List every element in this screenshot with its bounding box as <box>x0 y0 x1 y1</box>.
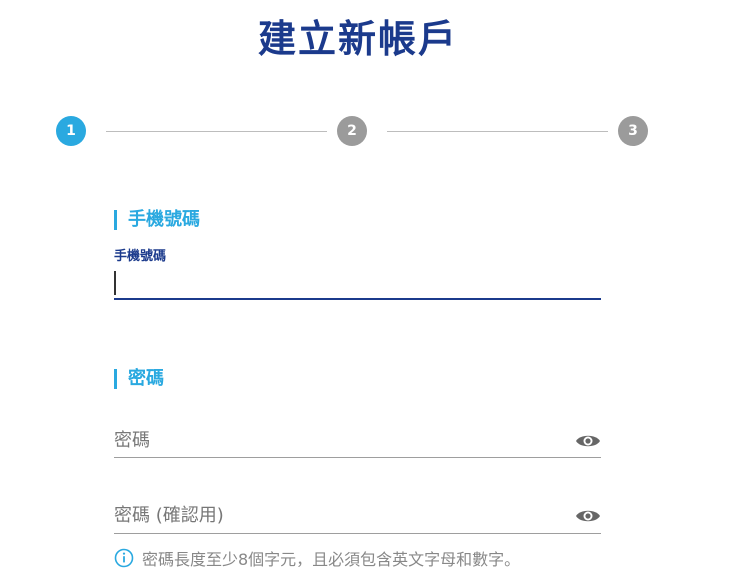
phone-input[interactable] <box>114 268 601 298</box>
password-hint: 密碼長度至少8個字元，且必須包含英文字母和數字。 <box>114 546 520 570</box>
step-3[interactable]: 3 <box>618 116 648 146</box>
info-icon <box>114 548 134 568</box>
phone-field-label: 手機號碼 <box>114 249 167 264</box>
password-input[interactable] <box>114 425 601 455</box>
password-field <box>114 425 601 459</box>
step-connector-1 <box>106 131 327 132</box>
phone-section-title: 手機號碼 <box>114 209 200 231</box>
text-caret <box>114 271 116 295</box>
confirm-password-input-underline <box>114 533 601 534</box>
step-1[interactable]: 1 <box>56 116 86 146</box>
password-input-underline <box>114 457 601 458</box>
confirm-password-input[interactable] <box>114 500 601 530</box>
step-2[interactable]: 2 <box>337 116 367 146</box>
eye-icon[interactable] <box>575 432 601 450</box>
phone-field <box>114 268 601 302</box>
confirm-password-field <box>114 500 601 534</box>
phone-input-underline <box>114 298 601 300</box>
page-title: 建立新帳戶 <box>257 17 458 61</box>
step-connector-2 <box>387 131 608 132</box>
password-section-title: 密碼 <box>114 368 164 390</box>
password-hint-text: 密碼長度至少8個字元，且必須包含英文字母和數字。 <box>142 550 521 569</box>
eye-icon[interactable] <box>575 507 601 525</box>
